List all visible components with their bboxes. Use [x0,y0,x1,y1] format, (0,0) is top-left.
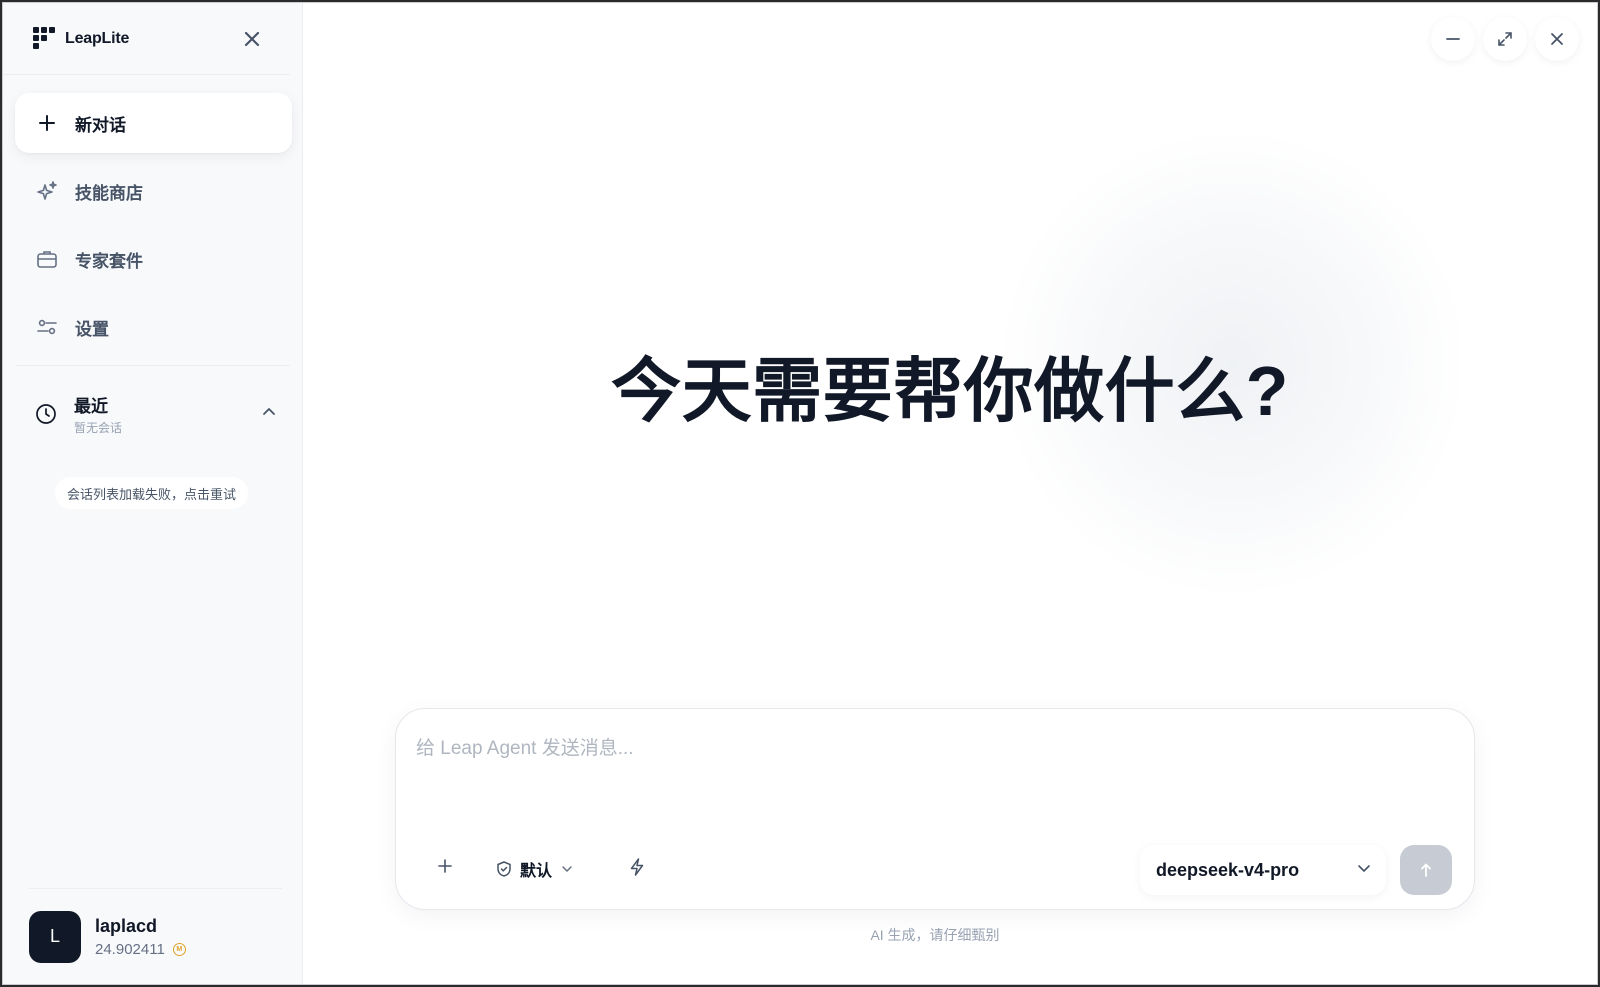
sidebar: LeapLite 新对话 技能商店 专家套件 设置 最近 暂无会话 会话列表加载… [3,3,303,984]
send-button[interactable] [1400,845,1452,895]
new-chat-button[interactable]: 新对话 [15,93,292,153]
expand-icon [1498,32,1512,46]
recent-section-toggle[interactable]: 最近 暂无会话 [3,366,302,436]
model-label: deepseek-v4-pro [1156,859,1300,880]
shield-icon [497,861,511,877]
user-name: laplacd [95,915,158,936]
recent-subtitle: 暂无会话 [74,421,123,435]
close-window-button[interactable] [1535,17,1579,61]
chevron-up-icon [260,403,278,426]
quick-action-button[interactable] [628,857,646,877]
sidebar-item-label: 设置 [75,319,109,339]
app-logo-icon [33,26,57,51]
sidebar-header: LeapLite [3,3,290,75]
new-chat-label: 新对话 [75,115,126,135]
sidebar-item-label: 专家套件 [75,251,143,271]
retry-load-conversations-button[interactable]: 会话列表加载失败，点击重试 [55,477,249,509]
mode-selector[interactable]: 默认 [496,857,574,881]
chevron-down-icon [562,866,572,872]
page-title: 今天需要帮你做什么? [611,352,1289,430]
clock-icon [34,402,58,426]
app-window: LeapLite 新对话 技能商店 专家套件 设置 最近 暂无会话 会话列表加载… [2,2,1598,985]
user-credit: 24.902411 M [95,941,186,958]
arrow-up-icon [1421,863,1431,877]
message-input[interactable] [416,729,1416,769]
close-icon [1551,33,1563,45]
avatar: L [29,910,81,963]
sidebar-item-label: 技能商店 [75,183,143,203]
briefcase-icon [35,247,59,271]
main-panel: 今天需要帮你做什么? 默认 deepseek-v4-pro [303,3,1597,984]
recent-title: 最近 [74,397,108,416]
chevron-down-icon [1356,860,1372,881]
lightning-icon [630,858,644,876]
sidebar-item-skill-store[interactable]: 技能商店 [15,161,292,221]
minimize-button[interactable] [1431,17,1475,61]
app-name: LeapLite [65,29,130,47]
plus-icon [35,111,59,135]
mode-label: 默认 [520,863,553,880]
ai-disclaimer: AI 生成，请仔细甄别 [870,927,1000,943]
plus-icon [438,859,452,873]
credit-value: 24.902411 [95,940,165,958]
window-controls [1431,17,1579,61]
maximize-button[interactable] [1483,17,1527,61]
sidebar-nav: 新对话 技能商店 专家套件 设置 [3,75,302,357]
coin-icon: M [172,942,186,956]
attach-button[interactable] [436,857,454,875]
close-icon [244,31,260,46]
model-selector[interactable]: deepseek-v4-pro [1140,845,1386,895]
settings-sliders-icon [35,315,59,339]
message-composer: 默认 deepseek-v4-pro [395,708,1475,910]
sidebar-item-expert-kit[interactable]: 专家套件 [15,229,292,289]
sidebar-item-settings[interactable]: 设置 [15,297,292,357]
sparkle-icon [35,179,59,203]
close-sidebar-button[interactable] [238,25,266,53]
user-profile[interactable]: L laplacd 24.902411 M [29,888,282,984]
minimize-icon [1446,38,1460,40]
